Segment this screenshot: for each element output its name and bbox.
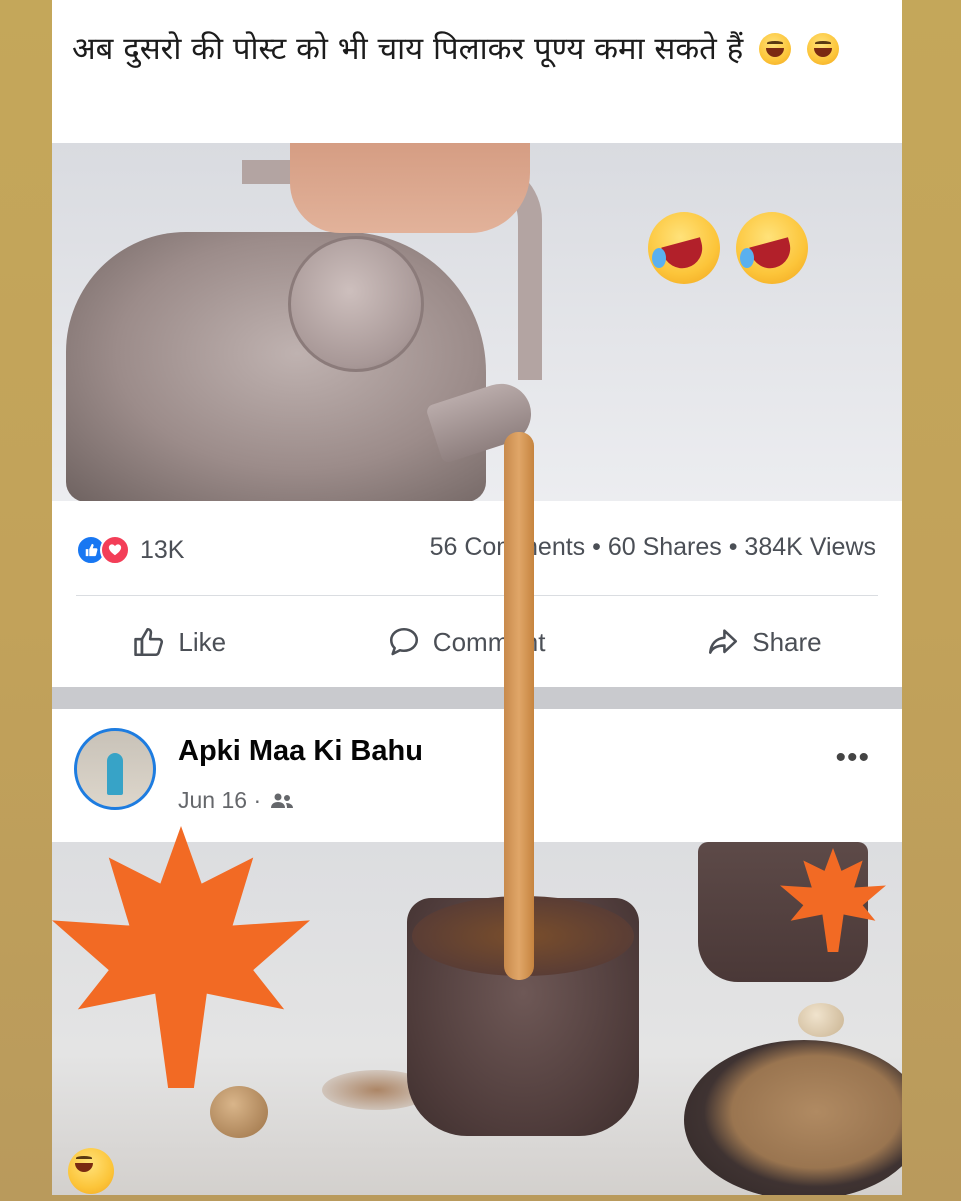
share-icon — [709, 629, 738, 654]
grinning-face-icon — [68, 1148, 114, 1194]
divider — [76, 595, 878, 596]
share-label: Share — [752, 626, 822, 657]
rolling-on-floor-laughing-icon — [648, 212, 720, 284]
post-stats[interactable]: 56 Comments • 60 Shares • 384K Views — [430, 533, 876, 562]
reactions-summary[interactable]: 13K — [76, 535, 184, 565]
hand — [290, 143, 530, 233]
nutmeg — [210, 1086, 268, 1138]
comment-icon — [389, 627, 418, 656]
like-button[interactable]: Like — [132, 625, 226, 659]
nutmeg-small — [798, 1003, 844, 1037]
thumbs-up-icon — [134, 627, 164, 657]
avatar[interactable] — [74, 728, 156, 810]
more-dots-icon[interactable]: ••• — [835, 741, 870, 775]
post-date-row: Jun 16 · — [178, 787, 295, 814]
laughing-face-icon — [759, 33, 792, 65]
rolling-on-floor-laughing-icon — [736, 212, 808, 284]
meme-frame: अब दुसरो की पोस्ट को भी चाय पिलाकर पूण्य… — [52, 0, 902, 1195]
post-engagement-bar: 13K 56 Comments • 60 Shares • 384K Views… — [52, 501, 902, 687]
grinning-face-icon — [806, 33, 839, 65]
page-name[interactable]: Apki Maa Ki Bahu — [178, 735, 423, 768]
kettle-lid — [288, 236, 424, 372]
share-button[interactable]: Share — [706, 625, 822, 659]
like-label: Like — [178, 626, 227, 657]
love-reaction-icon — [100, 535, 130, 565]
post-header: Apki Maa Ki Bahu Jun 16 · ••• — [52, 709, 902, 842]
tea-stream — [504, 432, 534, 980]
post-actions: Like Comment Share — [52, 609, 902, 675]
post-date[interactable]: Jun 16 · — [178, 787, 261, 814]
caption-label: अब दुसरो की पोस्ट को भी चाय पिलाकर पूण्य… — [72, 31, 744, 67]
reactions-count: 13K — [140, 535, 185, 564]
caption-text: अब दुसरो की पोस्ट को भी चाय पिलाकर पूण्य… — [72, 26, 887, 72]
kettle — [66, 232, 486, 502]
caption-area: अब दुसरो की पोस्ट को भी चाय पिलाकर पूण्य… — [52, 0, 902, 143]
friends-icon — [271, 793, 294, 808]
post-separator — [52, 687, 902, 709]
